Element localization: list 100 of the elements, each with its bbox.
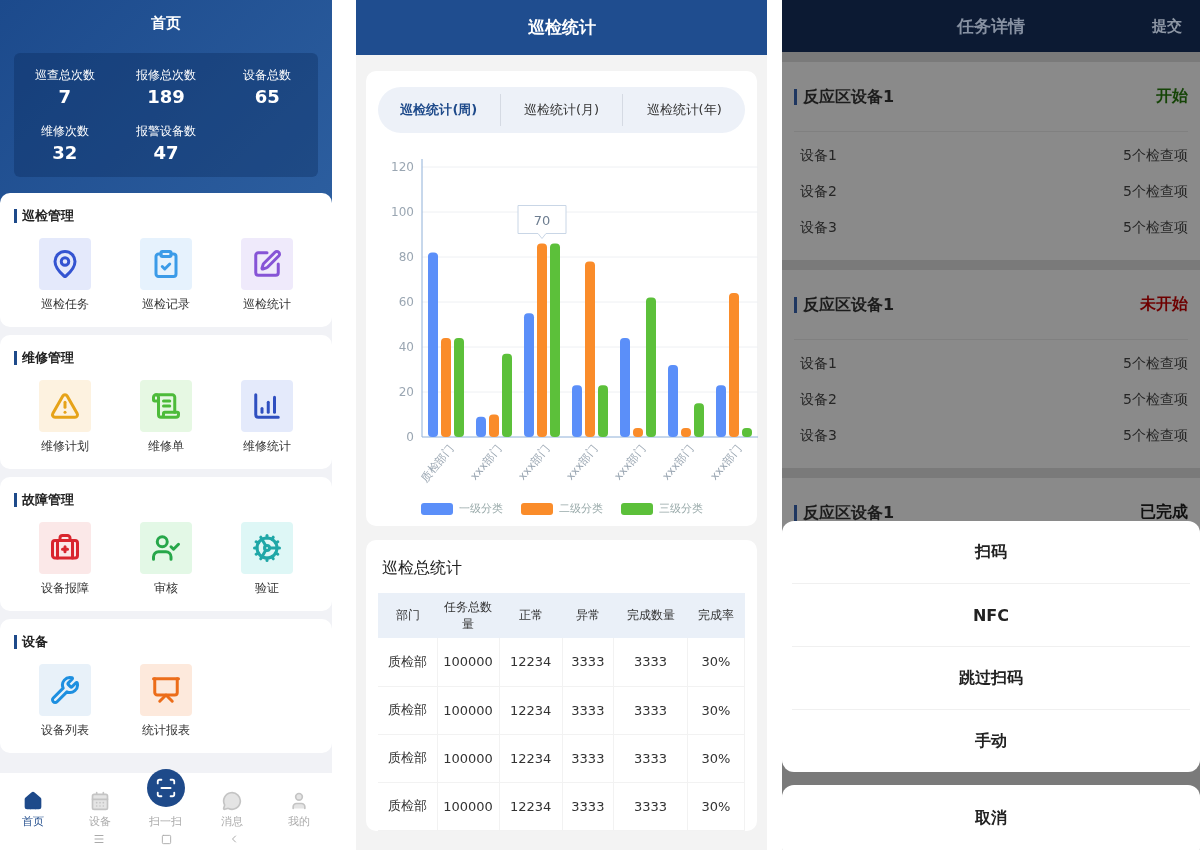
sheet-option[interactable]: 跳过扫码 (792, 646, 1190, 709)
stat-label: 报修总次数 (136, 67, 196, 84)
table-cell: 3333 (613, 638, 688, 686)
note-icon (252, 249, 283, 279)
menu-item[interactable]: 验证 (216, 522, 318, 597)
table-cell: 质检部 (378, 734, 438, 782)
table-cell: 100000 (437, 686, 500, 734)
check-count: 5个检查项 (1123, 183, 1188, 201)
bar (694, 403, 704, 437)
axis-label: 40 (398, 340, 414, 354)
check-count: 5个检查项 (1123, 427, 1188, 445)
section-title: 维修管理 (14, 351, 74, 365)
sheet-option[interactable]: NFC (792, 583, 1190, 646)
column-header: 异常 (562, 593, 614, 638)
table-cell: 质检部 (378, 638, 438, 686)
table-cell: 3333 (613, 734, 688, 782)
table-cell: 12234 (499, 686, 563, 734)
presentation-icon (151, 675, 181, 705)
table-cell: 30% (687, 734, 745, 782)
menu-item[interactable]: 巡检统计 (216, 238, 318, 313)
check-count: 5个检查项 (1123, 147, 1188, 165)
menu-item[interactable]: 设备列表 (14, 664, 116, 739)
column-header: 正常 (499, 593, 563, 638)
menu-item[interactable]: 维修计划 (14, 380, 116, 455)
legend-item: 二级分类 (520, 501, 603, 516)
device-name: 设备2 (800, 391, 837, 409)
axis-label: 60 (398, 295, 414, 309)
stat-value: 189 (147, 86, 185, 107)
stat-label: 巡查总次数 (34, 67, 95, 84)
stat-value: 7 (58, 86, 71, 107)
cancel-button[interactable]: 取消 (782, 785, 1200, 850)
table-cell: 3333 (562, 686, 614, 734)
stat-value: 32 (52, 142, 78, 163)
device-name: 设备3 (800, 427, 837, 445)
axis-label: 20 (398, 385, 414, 399)
wrench-icon (49, 675, 80, 705)
column-header: 完成率 (687, 593, 745, 638)
device-name: 设备1 (800, 355, 837, 373)
warning-icon (49, 391, 80, 421)
group-title: 反应区设备1 (794, 88, 895, 105)
sheet-option[interactable]: 手动 (792, 709, 1190, 772)
menu-item[interactable]: 统计报表 (115, 664, 217, 739)
column-header: 完成数量 (613, 593, 688, 638)
menu-item[interactable]: 维修统计 (216, 380, 318, 455)
table-cell: 3333 (613, 782, 688, 830)
device-name: 设备1 (800, 147, 837, 165)
check-count: 5个检查项 (1123, 355, 1188, 373)
status-label: 已完成 (1140, 502, 1188, 523)
section-title: 巡检管理 (14, 209, 74, 223)
check-count: 5个检查项 (1123, 219, 1188, 237)
document-icon (151, 391, 181, 421)
table-cell: 100000 (437, 782, 500, 830)
axis-label: 80 (398, 250, 414, 264)
period-tab[interactable]: 巡检统计(年) (622, 94, 745, 126)
axis-label: 120 (391, 160, 414, 174)
bar (598, 385, 608, 437)
menu-item[interactable]: 巡检记录 (115, 238, 217, 313)
page-title: 任务详情 (957, 14, 1025, 38)
axis-label: 0 (406, 430, 414, 444)
section-title: 巡检总统计 (382, 558, 463, 579)
briefcase-icon (49, 533, 80, 563)
device-name: 设备3 (800, 219, 837, 237)
legend-item: 一级分类 (420, 501, 503, 516)
menu-item[interactable]: 巡检任务 (14, 238, 116, 313)
menu-item[interactable]: 审核 (115, 522, 217, 597)
table-cell: 12234 (499, 782, 563, 830)
chat-icon (222, 791, 243, 811)
table-cell: 12234 (499, 638, 563, 686)
sheet-option[interactable]: 扫码 (792, 521, 1190, 583)
table-cell: 30% (687, 782, 745, 830)
table-cell: 12234 (499, 734, 563, 782)
menu-item[interactable]: 设备报障 (14, 522, 116, 597)
section-title: 设备 (14, 635, 48, 649)
calendar-icon (89, 791, 110, 811)
bar (716, 385, 726, 437)
table-cell: 质检部 (378, 686, 438, 734)
value-tooltip: 70 (517, 205, 567, 239)
bar (489, 414, 499, 437)
menu-icon[interactable] (92, 833, 105, 845)
column-header: 部门 (378, 593, 438, 638)
period-tab[interactable]: 巡检统计(月) (499, 94, 623, 126)
device-name: 设备2 (800, 183, 837, 201)
table-cell: 3333 (562, 734, 614, 782)
page-title: 首页 (150, 14, 182, 33)
chart-icon (252, 391, 283, 421)
scan-icon (155, 777, 177, 799)
menu-item[interactable]: 维修单 (115, 380, 217, 455)
table-cell: 30% (687, 638, 745, 686)
table-cell: 3333 (562, 782, 614, 830)
status-label: 开始 (1156, 86, 1188, 107)
section-title: 故障管理 (14, 493, 74, 507)
table-cell: 100000 (437, 734, 500, 782)
table-cell: 30% (687, 686, 745, 734)
clipboard-icon (151, 249, 181, 279)
bar (476, 416, 486, 437)
period-tab[interactable]: 巡检统计(周) (378, 94, 500, 126)
submit-button[interactable]: 提交 (1146, 15, 1188, 37)
table-cell: 质检部 (378, 782, 438, 830)
bar (572, 385, 582, 437)
check-count: 5个检查项 (1123, 391, 1188, 409)
